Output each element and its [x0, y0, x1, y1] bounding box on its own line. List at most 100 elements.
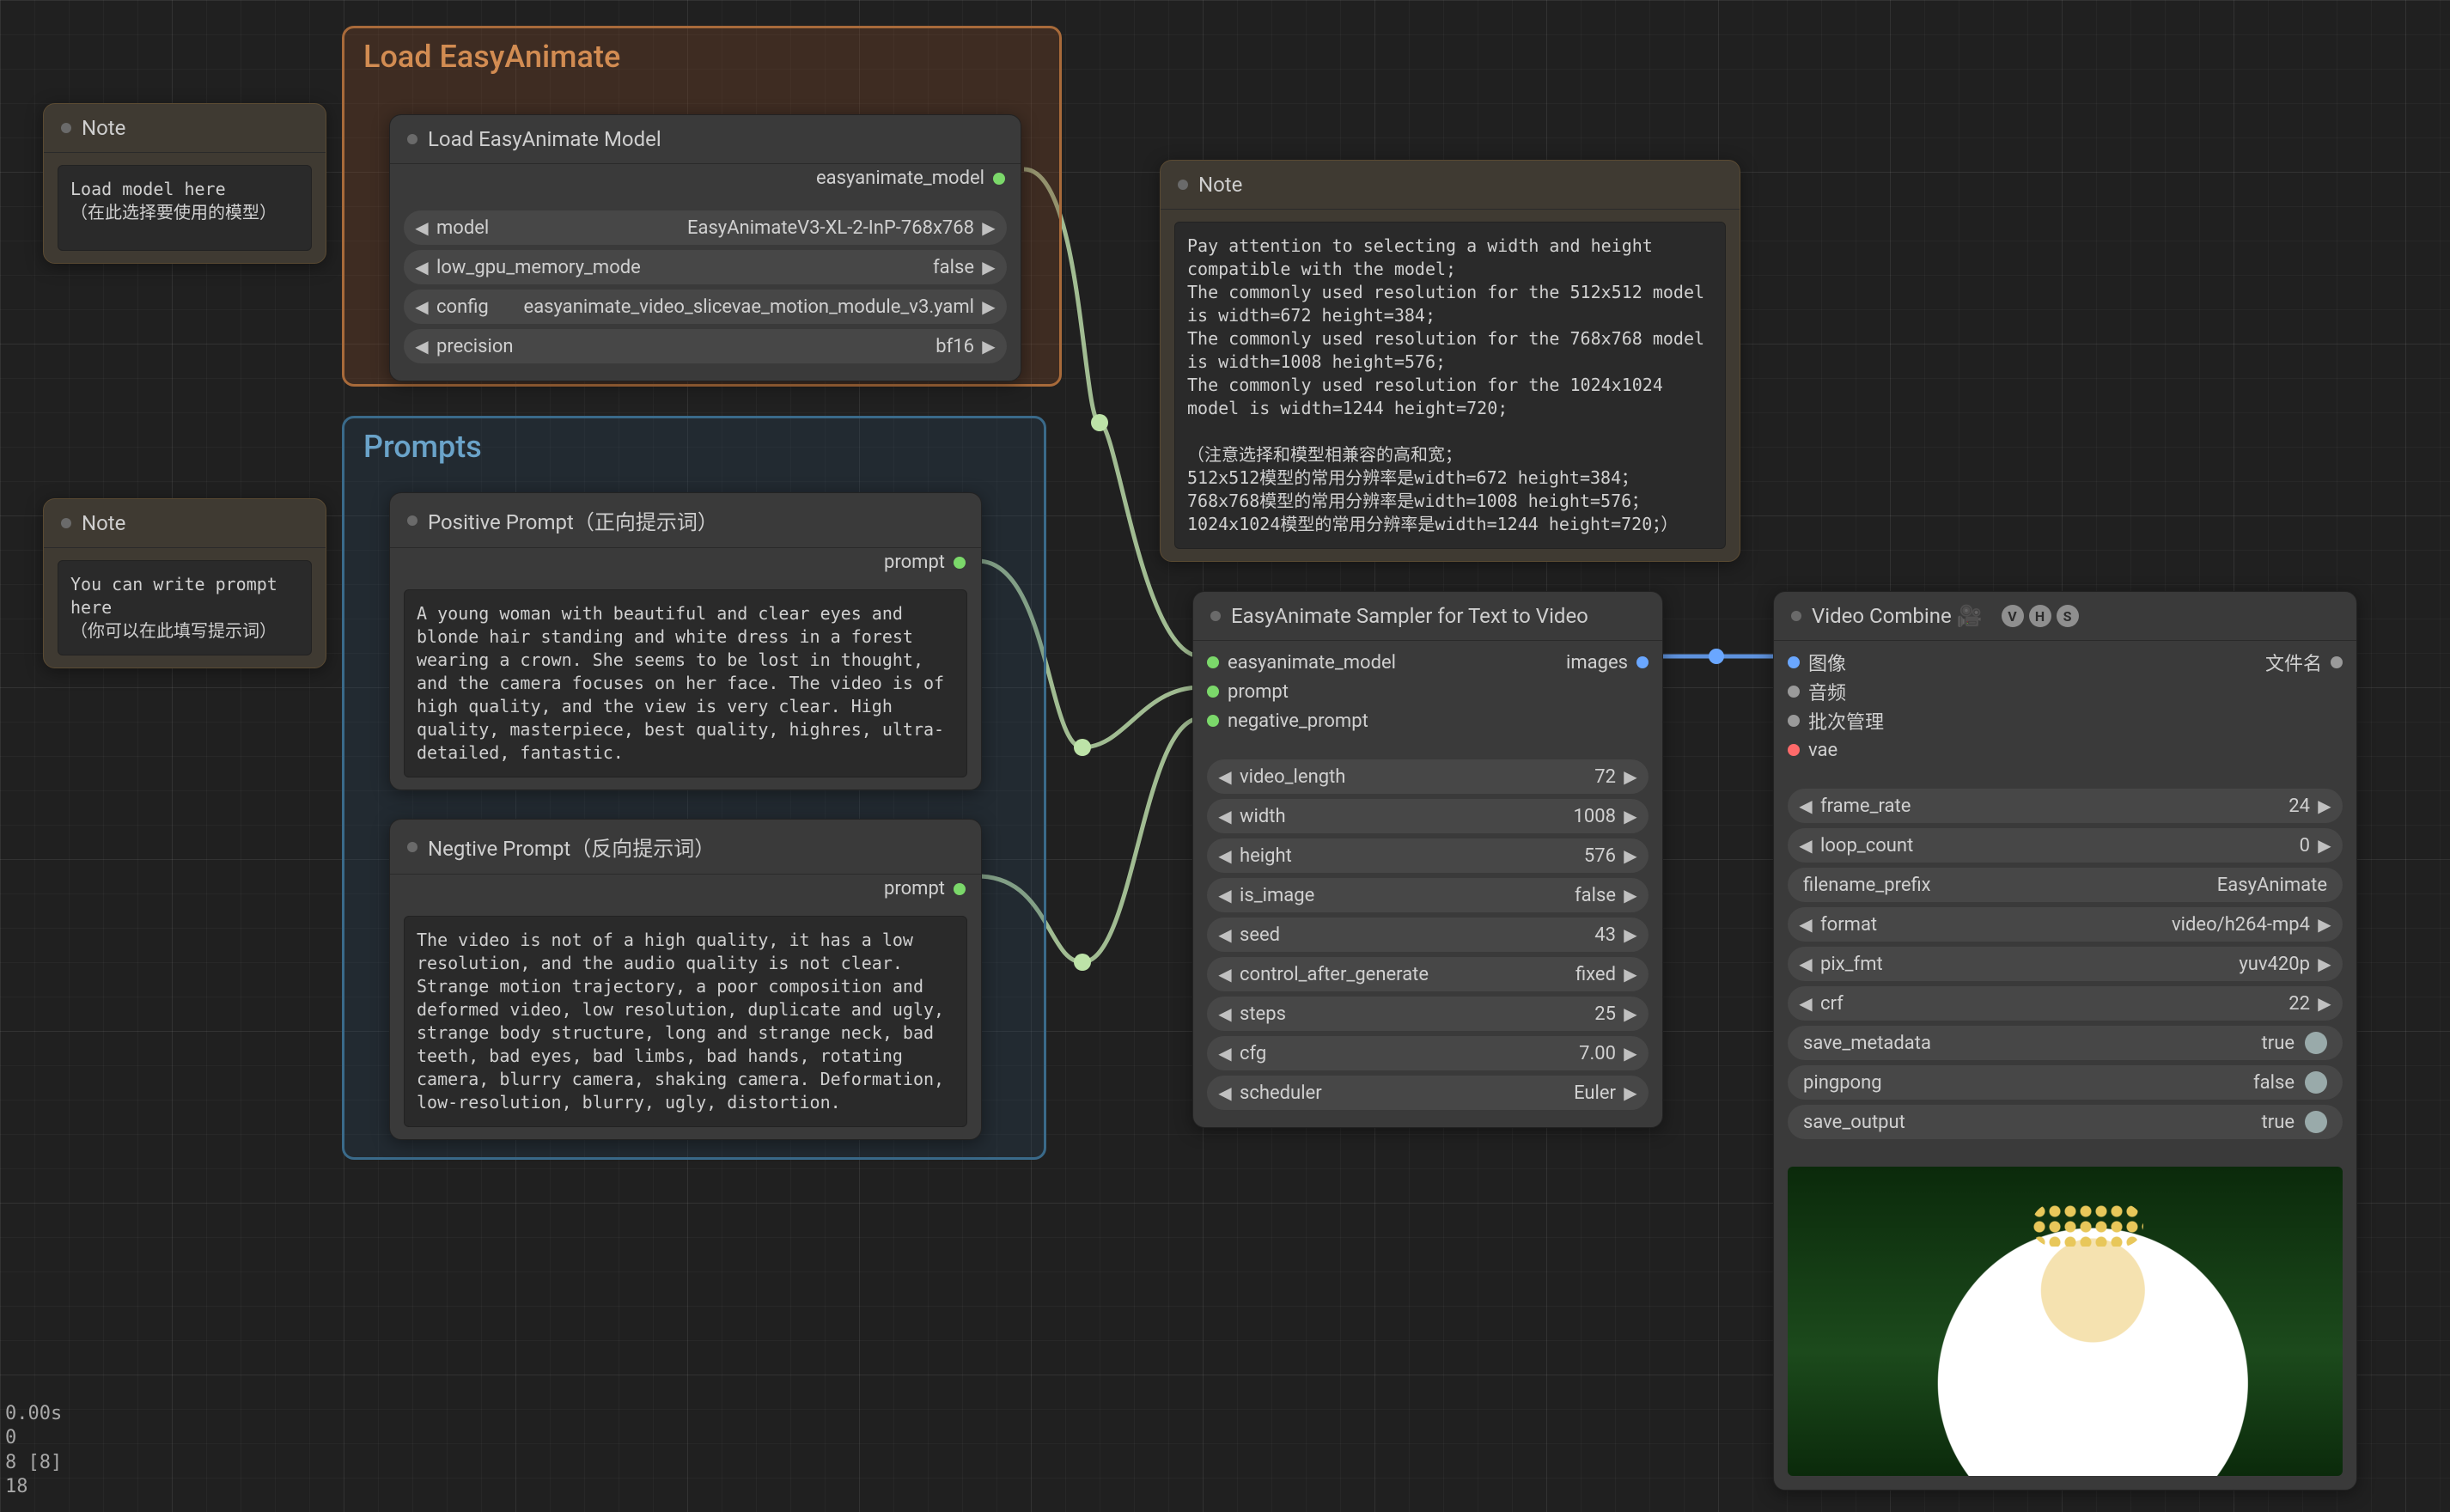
param-frame_rate[interactable]: ◀ frame_rate 24 ▶	[1788, 789, 2343, 823]
chevron-right-icon[interactable]: ▶	[2315, 796, 2334, 816]
chevron-left-icon[interactable]: ◀	[1216, 885, 1234, 905]
output-easyanimate-model[interactable]: easyanimate_model	[816, 168, 1005, 189]
chevron-left-icon[interactable]: ◀	[1216, 964, 1234, 985]
toggle-icon[interactable]	[2305, 1032, 2327, 1054]
chevron-right-icon[interactable]: ▶	[979, 296, 998, 317]
param-crf[interactable]: ◀ crf 22 ▶	[1788, 986, 2343, 1021]
note-node-resolution[interactable]: Note Pay attention to selecting a width …	[1160, 160, 1740, 562]
positive-prompt-node[interactable]: Positive Prompt（正向提示词） prompt A young wo…	[389, 492, 982, 790]
chevron-left-icon[interactable]: ◀	[412, 336, 431, 357]
param-is_image[interactable]: ◀ is_image false ▶	[1207, 878, 1649, 912]
param-scheduler[interactable]: ◀ scheduler Euler ▶	[1207, 1076, 1649, 1110]
chevron-left-icon[interactable]: ◀	[1796, 835, 1815, 856]
note-node-load[interactable]: Note Load model here （在此选择要使用的模型）	[43, 103, 326, 264]
group-prompts[interactable]: Prompts Positive Prompt（正向提示词） prompt A …	[342, 416, 1046, 1160]
param-width[interactable]: ◀ width 1008 ▶	[1207, 799, 1649, 833]
param-cfg[interactable]: ◀ cfg 7.00 ▶	[1207, 1036, 1649, 1070]
negative-prompt-text[interactable]: The video is not of a high quality, it h…	[404, 916, 967, 1127]
param-model[interactable]: ◀ model EasyAnimateV3-XL-2-InP-768x768 ▶	[404, 210, 1007, 245]
chevron-right-icon[interactable]: ▶	[1621, 1082, 1640, 1103]
chevron-right-icon[interactable]: ▶	[1621, 806, 1640, 826]
group-title: Prompts	[344, 418, 1044, 475]
load-easyanimate-node[interactable]: Load EasyAnimate Model easyanimate_model…	[389, 114, 1021, 381]
param-control_after_generate[interactable]: ◀ control_after_generate fixed ▶	[1207, 957, 1649, 991]
chevron-right-icon[interactable]: ▶	[1621, 924, 1640, 945]
chevron-left-icon[interactable]: ◀	[1796, 954, 1815, 974]
chevron-right-icon[interactable]: ▶	[1621, 766, 1640, 787]
video-preview	[1788, 1167, 2343, 1476]
chevron-right-icon[interactable]: ▶	[979, 217, 998, 238]
param-format[interactable]: ◀ format video/h264-mp4 ▶	[1788, 907, 2343, 942]
chevron-right-icon[interactable]: ▶	[1621, 964, 1640, 985]
param-low_gpu_memory_mode[interactable]: ◀ low_gpu_memory_mode false ▶	[404, 250, 1007, 284]
chevron-right-icon[interactable]: ▶	[1621, 885, 1640, 905]
chevron-right-icon[interactable]: ▶	[1621, 1003, 1640, 1024]
note-title: Note	[1198, 173, 1242, 197]
output-prompt[interactable]: prompt	[884, 878, 966, 899]
chevron-right-icon[interactable]: ▶	[979, 257, 998, 277]
status-stats: 0.00s 0 8 [8] 18	[5, 1402, 62, 1500]
chevron-left-icon[interactable]: ◀	[1216, 766, 1234, 787]
input-音频[interactable]: 音频	[1788, 678, 1846, 705]
chevron-left-icon[interactable]: ◀	[1216, 806, 1234, 826]
chevron-left-icon[interactable]: ◀	[1216, 924, 1234, 945]
node-title: EasyAnimate Sampler for Text to Video	[1231, 604, 1588, 628]
chevron-right-icon[interactable]: ▶	[1621, 1043, 1640, 1064]
input-批次管理[interactable]: 批次管理	[1788, 707, 1884, 735]
chevron-left-icon[interactable]: ◀	[1796, 914, 1815, 935]
chevron-right-icon[interactable]: ▶	[979, 336, 998, 357]
input-prompt[interactable]: prompt	[1207, 681, 1289, 703]
output-prompt[interactable]: prompt	[884, 552, 966, 573]
toggle-icon[interactable]	[2305, 1071, 2327, 1094]
positive-prompt-text[interactable]: A young woman with beautiful and clear e…	[404, 589, 967, 777]
param-save_output[interactable]: save_output true	[1788, 1105, 2343, 1139]
negative-prompt-node[interactable]: Negtive Prompt（反向提示词） prompt The video i…	[389, 819, 982, 1140]
param-video_length[interactable]: ◀ video_length 72 ▶	[1207, 759, 1649, 794]
chevron-left-icon[interactable]: ◀	[1216, 1003, 1234, 1024]
chevron-right-icon[interactable]: ▶	[1621, 845, 1640, 866]
chevron-right-icon[interactable]: ▶	[2315, 835, 2334, 856]
output-filename[interactable]: 文件名	[2265, 649, 2343, 676]
sampler-node[interactable]: EasyAnimate Sampler for Text to Video ea…	[1192, 591, 1663, 1128]
note-node-prompt[interactable]: Note You can write prompt here （你可以在此填写提…	[43, 498, 326, 668]
param-config[interactable]: ◀ config easyanimate_video_slicevae_moti…	[404, 290, 1007, 324]
chevron-right-icon[interactable]: ▶	[2315, 914, 2334, 935]
param-filename_prefix[interactable]: filename_prefix EasyAnimate	[1788, 868, 2343, 902]
chevron-left-icon[interactable]: ◀	[1216, 1082, 1234, 1103]
chevron-left-icon[interactable]: ◀	[1796, 993, 1815, 1014]
chevron-left-icon[interactable]: ◀	[1216, 845, 1234, 866]
param-height[interactable]: ◀ height 576 ▶	[1207, 838, 1649, 873]
group-load-easyanimate[interactable]: Load EasyAnimate Load EasyAnimate Model …	[342, 26, 1062, 387]
param-loop_count[interactable]: ◀ loop_count 0 ▶	[1788, 828, 2343, 863]
input-easyanimate-model[interactable]: easyanimate_model	[1207, 652, 1396, 674]
chevron-left-icon[interactable]: ◀	[412, 296, 431, 317]
param-save_metadata[interactable]: save_metadata true	[1788, 1026, 2343, 1060]
node-title: Negtive Prompt（反向提示词）	[428, 832, 715, 862]
note-text[interactable]: Pay attention to selecting a width and h…	[1174, 222, 1726, 549]
param-seed[interactable]: ◀ seed 43 ▶	[1207, 918, 1649, 952]
input-vae[interactable]: vae	[1788, 740, 1838, 761]
vhs-badge: VHS	[2002, 605, 2079, 627]
note-title: Note	[82, 511, 125, 535]
note-text[interactable]: You can write prompt here （你可以在此填写提示词）	[58, 560, 312, 655]
chevron-left-icon[interactable]: ◀	[412, 257, 431, 277]
chevron-left-icon[interactable]: ◀	[1796, 796, 1815, 816]
input-negative-prompt[interactable]: negative_prompt	[1207, 710, 1368, 732]
chevron-right-icon[interactable]: ▶	[2315, 954, 2334, 974]
toggle-icon[interactable]	[2305, 1111, 2327, 1133]
param-steps[interactable]: ◀ steps 25 ▶	[1207, 997, 1649, 1031]
param-precision[interactable]: ◀ precision bf16 ▶	[404, 329, 1007, 363]
node-title: Video Combine 🎥	[1812, 604, 1983, 628]
video-combine-node[interactable]: Video Combine 🎥 VHS 图像 文件名 音频 批次管理 vae ◀ …	[1773, 591, 2357, 1491]
chevron-left-icon[interactable]: ◀	[412, 217, 431, 238]
output-images[interactable]: images	[1566, 652, 1649, 674]
node-title: Positive Prompt（正向提示词）	[428, 505, 718, 535]
input-图像[interactable]: 图像	[1788, 649, 1846, 676]
node-subtitle: Load EasyAnimate Model	[428, 127, 661, 151]
param-pingpong[interactable]: pingpong false	[1788, 1065, 2343, 1100]
note-text[interactable]: Load model here （在此选择要使用的模型）	[58, 165, 312, 251]
chevron-right-icon[interactable]: ▶	[2315, 993, 2334, 1014]
param-pix_fmt[interactable]: ◀ pix_fmt yuv420p ▶	[1788, 947, 2343, 981]
chevron-left-icon[interactable]: ◀	[1216, 1043, 1234, 1064]
group-title: Load EasyAnimate	[344, 28, 1059, 85]
